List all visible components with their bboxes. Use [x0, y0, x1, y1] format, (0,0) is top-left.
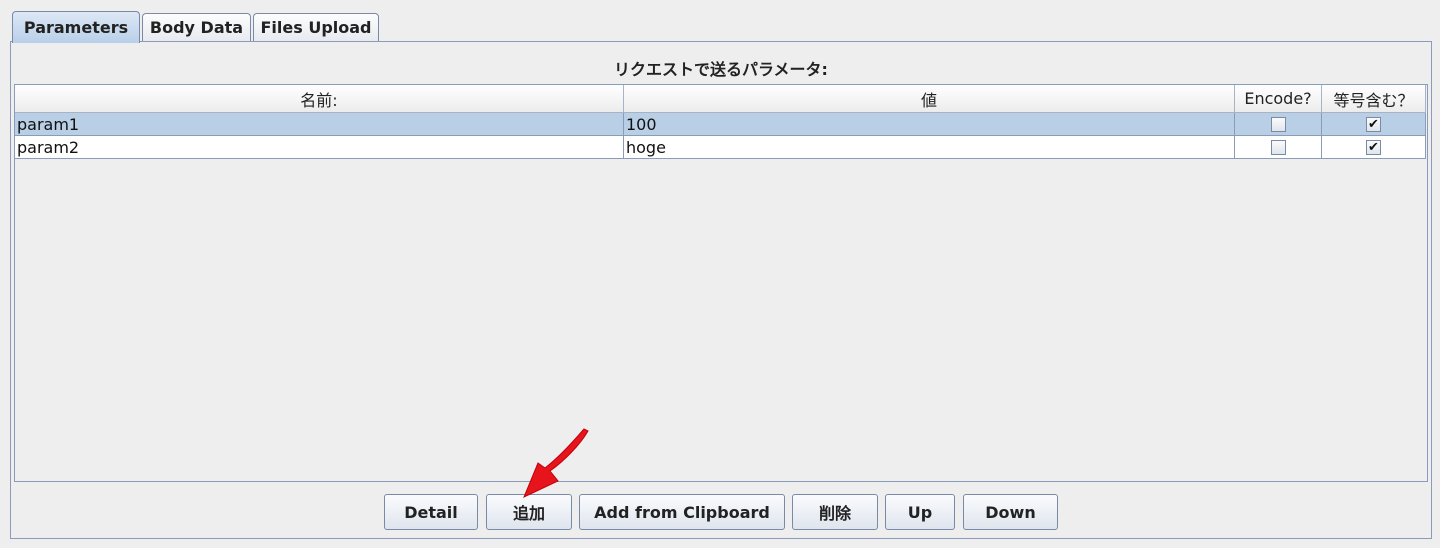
row-encode-cell: [1235, 136, 1322, 159]
panel-title: リクエストで送るパラメータ:: [614, 60, 828, 79]
row-name-cell[interactable]: param2: [15, 136, 624, 159]
row-name-cell[interactable]: param1: [15, 113, 624, 136]
up-button[interactable]: Up: [885, 494, 955, 530]
down-button[interactable]: Down: [963, 494, 1058, 530]
tab-body-data[interactable]: Body Data: [142, 13, 251, 41]
encode-checkbox[interactable]: [1270, 139, 1286, 155]
column-header-encode[interactable]: Encode?: [1235, 85, 1322, 113]
table-row[interactable]: param1 100 ✔: [15, 113, 1426, 136]
column-header-value[interactable]: 値: [624, 85, 1235, 113]
row-encode-cell: [1235, 113, 1322, 136]
table-header: 名前: 値 Encode? 等号含む？: [15, 85, 1426, 113]
row-include-equals-cell: ✔: [1322, 136, 1426, 159]
row-include-equals-cell: ✔: [1322, 113, 1426, 136]
delete-button[interactable]: 削除: [792, 494, 878, 530]
row-value-cell[interactable]: 100: [624, 113, 1235, 136]
tab-parameters[interactable]: Parameters: [12, 11, 140, 43]
parameters-panel: リクエストで送るパラメータ: 名前: 値 Encode? 等号含む？ param…: [10, 41, 1432, 539]
include-equals-checkbox[interactable]: ✔: [1366, 139, 1381, 155]
detail-button[interactable]: Detail: [384, 494, 478, 530]
include-equals-checkbox[interactable]: ✔: [1366, 116, 1381, 132]
encode-checkbox[interactable]: [1270, 116, 1286, 132]
add-from-clipboard-button[interactable]: Add from Clipboard: [579, 494, 785, 530]
column-header-include-equals[interactable]: 等号含む？: [1322, 85, 1426, 113]
tab-files-upload[interactable]: Files Upload: [253, 13, 379, 41]
annotation-arrow-icon: [523, 428, 589, 499]
row-value-cell[interactable]: hoge: [624, 136, 1235, 159]
table-row[interactable]: param2 hoge ✔: [15, 136, 1426, 159]
parameters-table: 名前: 値 Encode? 等号含む？ param1 100 ✔ param2 …: [14, 84, 1428, 482]
column-header-name[interactable]: 名前:: [15, 85, 624, 113]
